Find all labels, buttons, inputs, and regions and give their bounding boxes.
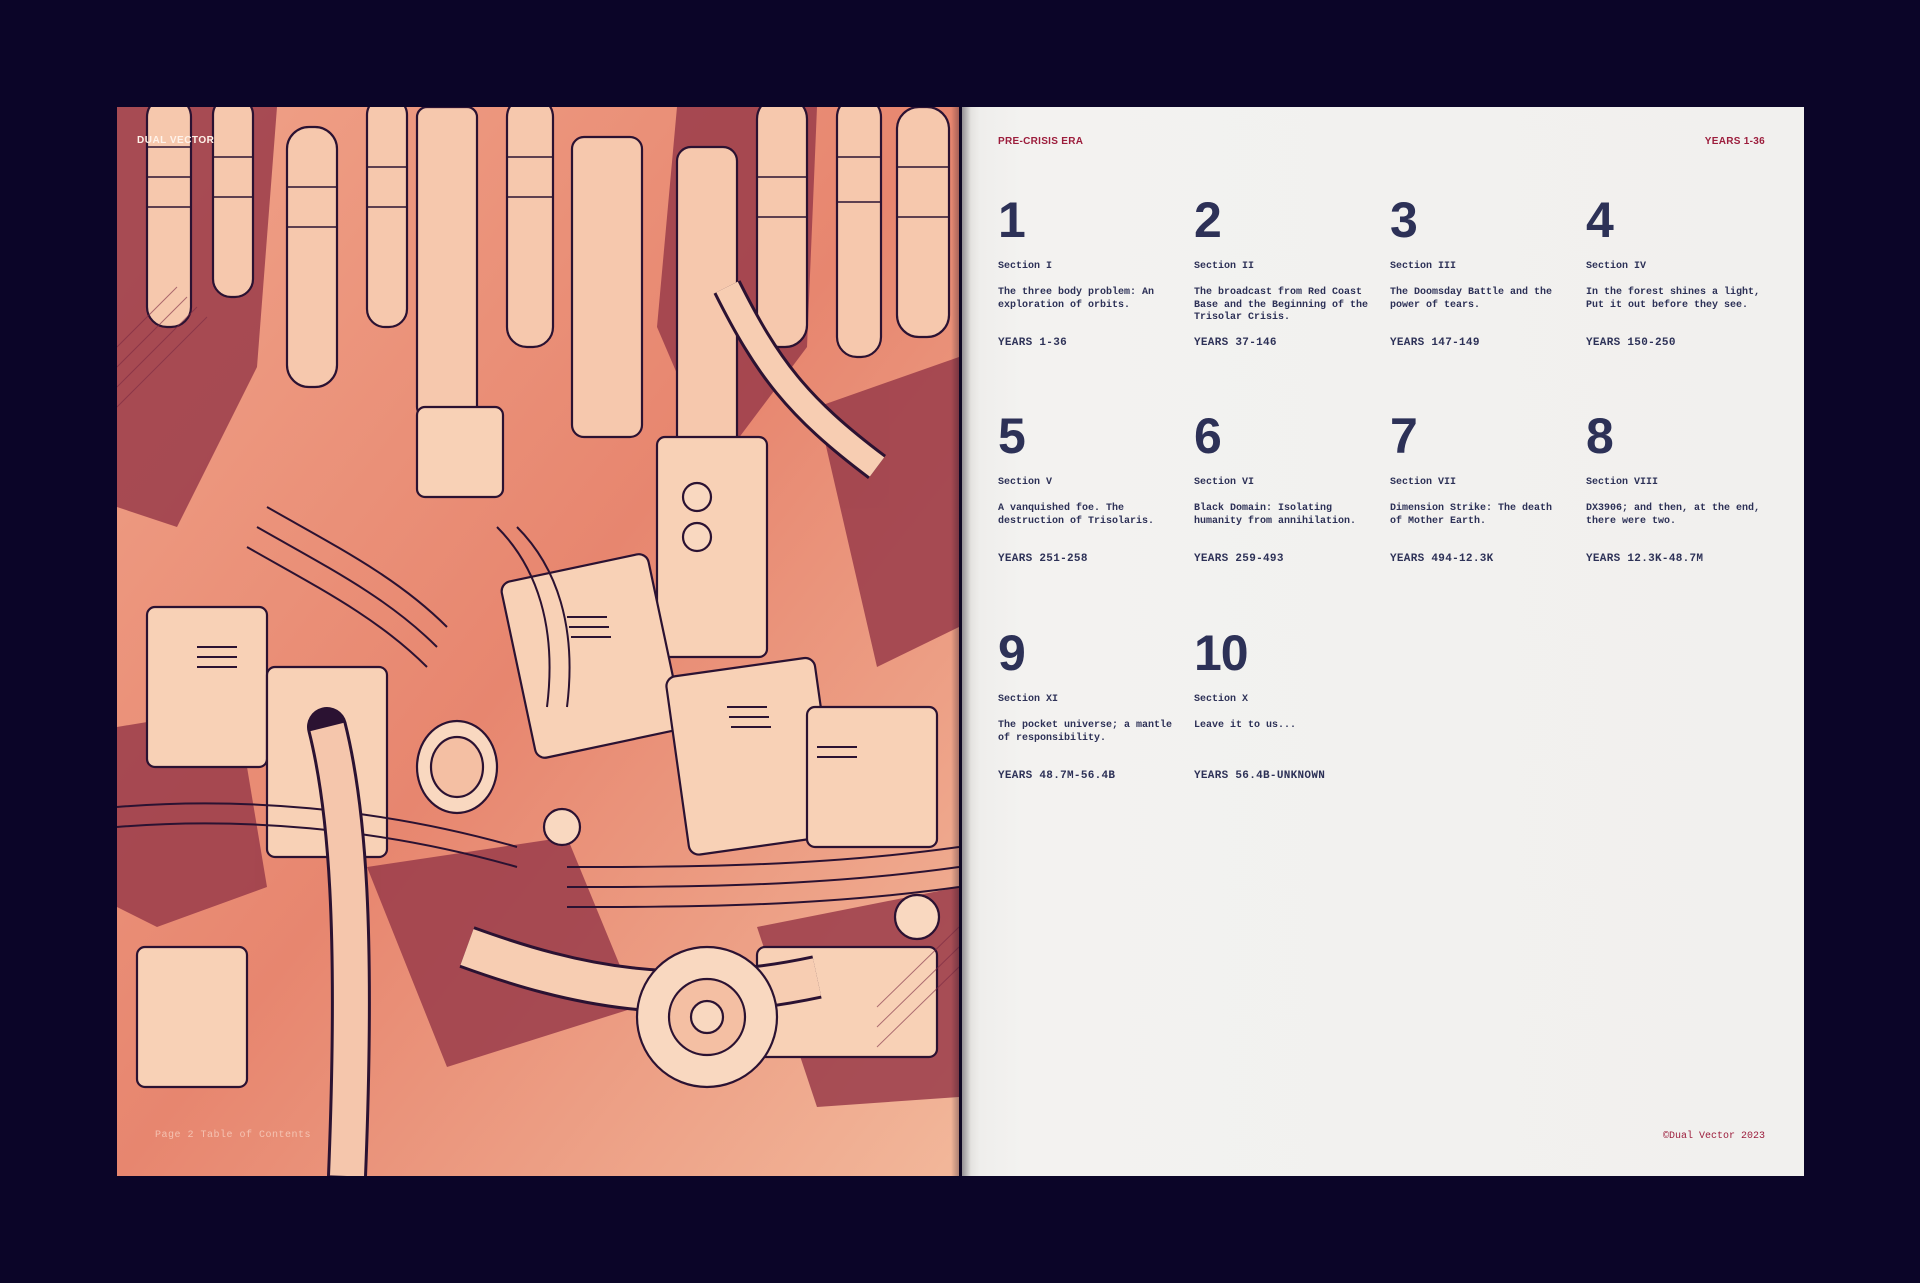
section-years: YEARS 1-36 (998, 337, 1068, 349)
section-years: YEARS 37-146 (1194, 337, 1277, 349)
section-item: 2 Section II The broadcast from Red Coas… (1194, 195, 1374, 349)
section-description: The pocket universe; a mantle of respons… (998, 720, 1173, 744)
section-label: Section IV (1586, 261, 1647, 272)
section-label: Section III (1390, 261, 1457, 272)
section-label: Section VI (1194, 477, 1255, 488)
section-years: YEARS 259-493 (1194, 553, 1284, 565)
section-description: DX3906; and then, at the end, there were… (1586, 503, 1761, 527)
years-range-label: YEARS 1-36 (1704, 136, 1765, 147)
section-item: 10 Section X Leave it to us... YEARS 56.… (1194, 628, 1374, 782)
section-description: Dimension Strike: The death of Mother Ea… (1390, 503, 1553, 527)
left-page: DUAL VECTOR Page 2 Table of Contents (117, 107, 959, 1176)
section-number: 5 (998, 408, 1026, 464)
section-item: 4 Section IV In the forest shines a ligh… (1586, 195, 1766, 349)
right-page: PRE-CRISIS ERA YEARS 1-36 1 Section I Th… (962, 107, 1804, 1176)
section-number: 4 (1586, 192, 1614, 248)
section-label: Section VII (1390, 477, 1457, 488)
section-description: In the forest shines a light, Put it out… (1586, 287, 1761, 311)
page-footer: Page 2 Table of Contents (155, 1130, 312, 1141)
section-item: 5 Section V A vanquished foe. The destru… (998, 411, 1178, 565)
copyright: ©Dual Vector 2023 (1662, 1131, 1765, 1142)
section-number: 7 (1390, 408, 1418, 464)
section-years: YEARS 147-149 (1390, 337, 1480, 349)
section-number: 3 (1390, 192, 1418, 248)
section-label: Section V (998, 477, 1053, 488)
section-description: Leave it to us... (1194, 720, 1297, 731)
section-number: 1 (998, 192, 1026, 248)
section-item: 6 Section VI Black Domain: Isolating hum… (1194, 411, 1374, 565)
section-description: The broadcast from Red Coast Base and th… (1194, 287, 1369, 323)
magazine-spread: DUAL VECTOR Page 2 Table of Contents PRE… (117, 107, 1804, 1176)
section-years: YEARS 251-258 (998, 553, 1088, 565)
mechanical-illustration (117, 107, 959, 1176)
section-description: A vanquished foe. The destruction of Tri… (998, 503, 1155, 527)
section-description: The Doomsday Battle and the power of tea… (1390, 287, 1553, 311)
section-years: YEARS 150-250 (1586, 337, 1676, 349)
section-label: Section II (1194, 261, 1255, 272)
era-label: PRE-CRISIS ERA (998, 136, 1084, 147)
section-label: Section I (998, 261, 1053, 272)
section-description: Black Domain: Isolating humanity from an… (1194, 503, 1357, 527)
section-item: 8 Section VIII DX3906; and then, at the … (1586, 411, 1766, 565)
section-years: YEARS 56.4B-UNKNOWN (1194, 770, 1326, 782)
section-item: 3 Section III The Doomsday Battle and th… (1390, 195, 1570, 349)
section-years: YEARS 12.3K-48.7M (1586, 553, 1704, 565)
section-number: 6 (1194, 408, 1222, 464)
section-years: YEARS 48.7M-56.4B (998, 770, 1116, 782)
section-number: 9 (998, 625, 1026, 681)
section-number: 2 (1194, 192, 1222, 248)
brand-label: DUAL VECTOR (137, 135, 215, 146)
page-gutter (951, 107, 971, 1176)
section-label: Section X (1194, 694, 1249, 705)
section-number: 8 (1586, 408, 1614, 464)
section-item: 9 Section XI The pocket universe; a mant… (998, 628, 1178, 782)
section-label: Section VIII (1586, 477, 1659, 488)
section-item: 1 Section I The three body problem: An e… (998, 195, 1178, 349)
section-description: The three body problem: An exploration o… (998, 287, 1155, 311)
section-number: 10 (1194, 625, 1249, 681)
section-years: YEARS 494-12.3K (1390, 553, 1494, 565)
section-item: 7 Section VII Dimension Strike: The deat… (1390, 411, 1570, 565)
section-label: Section XI (998, 694, 1059, 705)
sections-grid: 1 Section I The three body problem: An e… (998, 195, 1778, 895)
